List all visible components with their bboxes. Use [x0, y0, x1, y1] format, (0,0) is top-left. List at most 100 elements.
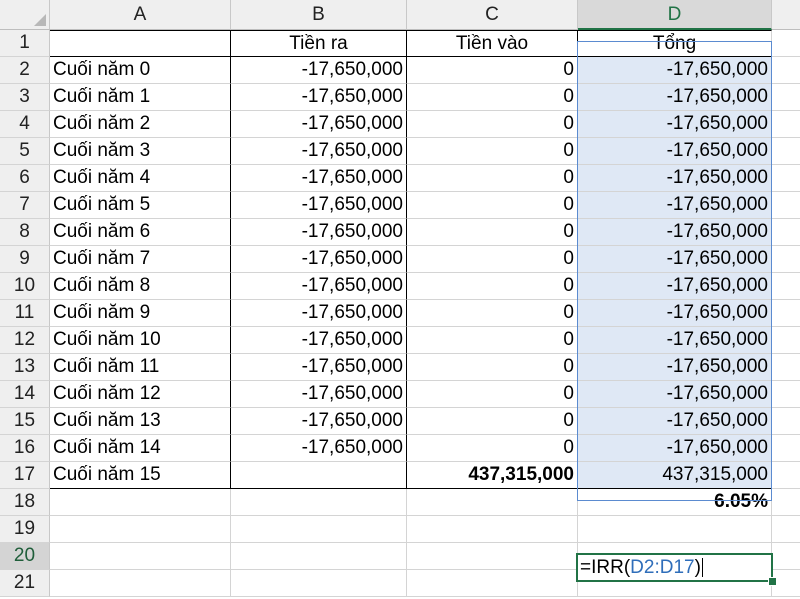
cell-c[interactable]: 0	[407, 246, 578, 273]
cell-a[interactable]	[50, 516, 231, 543]
cell-a[interactable]: Cuối năm 15	[50, 462, 231, 489]
cell-a[interactable]	[50, 30, 231, 57]
cell-b[interactable]: -17,650,000	[231, 246, 407, 273]
cell-c[interactable]: 0	[407, 435, 578, 462]
cell-b[interactable]: -17,650,000	[231, 84, 407, 111]
cell-e[interactable]	[772, 246, 800, 273]
cell-b[interactable]: Tiền ra	[231, 30, 407, 57]
row-header[interactable]: 21	[0, 570, 50, 597]
row-header[interactable]: 10	[0, 273, 50, 300]
row-header[interactable]: 12	[0, 327, 50, 354]
row-header[interactable]: 19	[0, 516, 50, 543]
row-header[interactable]: 2	[0, 57, 50, 84]
row-header[interactable]: 13	[0, 354, 50, 381]
cell-b[interactable]: -17,650,000	[231, 165, 407, 192]
cell-a[interactable]: Cuối năm 0	[50, 57, 231, 84]
cell-b[interactable]	[231, 543, 407, 570]
cell-d[interactable]: -17,650,000	[578, 57, 772, 84]
cell-d[interactable]: -17,650,000	[578, 138, 772, 165]
cell-c[interactable]: 0	[407, 138, 578, 165]
row-header[interactable]: 16	[0, 435, 50, 462]
cell-e[interactable]	[772, 462, 800, 489]
cell-b[interactable]: -17,650,000	[231, 111, 407, 138]
cell-e[interactable]	[772, 273, 800, 300]
cell-d[interactable]: -17,650,000	[578, 111, 772, 138]
cell-d[interactable]: 6.05%	[578, 489, 772, 516]
cell-d[interactable]: -17,650,000	[578, 84, 772, 111]
column-header-c[interactable]: C	[407, 0, 578, 30]
cell-b[interactable]: -17,650,000	[231, 273, 407, 300]
cell-d[interactable]: -17,650,000	[578, 300, 772, 327]
cell-c[interactable]: 0	[407, 381, 578, 408]
cell-a[interactable]	[50, 489, 231, 516]
cell-c[interactable]: 0	[407, 165, 578, 192]
cell-a[interactable]	[50, 543, 231, 570]
cell-b[interactable]: -17,650,000	[231, 327, 407, 354]
cell-e[interactable]	[772, 327, 800, 354]
cell-b[interactable]: -17,650,000	[231, 192, 407, 219]
cell-a[interactable]: Cuối năm 10	[50, 327, 231, 354]
cell-d[interactable]: -17,650,000	[578, 246, 772, 273]
cell-a[interactable]: Cuối năm 13	[50, 408, 231, 435]
row-header[interactable]: 9	[0, 246, 50, 273]
cell-e[interactable]	[772, 381, 800, 408]
row-header[interactable]: 1	[0, 30, 50, 57]
cell-b[interactable]	[231, 462, 407, 489]
cell-b[interactable]: -17,650,000	[231, 435, 407, 462]
cell-d[interactable]: -17,650,000	[578, 408, 772, 435]
cell-c[interactable]	[407, 570, 578, 597]
cell-e[interactable]	[772, 489, 800, 516]
cell-e[interactable]	[772, 84, 800, 111]
column-header-b[interactable]: B	[231, 0, 407, 30]
cell-c[interactable]: 0	[407, 84, 578, 111]
row-header[interactable]: 15	[0, 408, 50, 435]
cell-a[interactable]: Cuối năm 3	[50, 138, 231, 165]
row-header[interactable]: 3	[0, 84, 50, 111]
cell-e[interactable]	[772, 30, 800, 57]
cell-e[interactable]	[772, 111, 800, 138]
cell-a[interactable]: Cuối năm 2	[50, 111, 231, 138]
cell-d[interactable]: -17,650,000	[578, 192, 772, 219]
cell-d[interactable]: -17,650,000	[578, 165, 772, 192]
row-header[interactable]: 11	[0, 300, 50, 327]
row-header[interactable]: 5	[0, 138, 50, 165]
cell-e[interactable]	[772, 57, 800, 84]
cell-b[interactable]	[231, 570, 407, 597]
cell-b[interactable]: -17,650,000	[231, 219, 407, 246]
row-header[interactable]: 8	[0, 219, 50, 246]
cell-c[interactable]: 0	[407, 192, 578, 219]
cell-e[interactable]	[772, 543, 800, 570]
cell-a[interactable]: Cuối năm 1	[50, 84, 231, 111]
cell-e[interactable]	[772, 408, 800, 435]
row-header[interactable]: 17	[0, 462, 50, 489]
cell-d[interactable]: -17,650,000	[578, 219, 772, 246]
cell-a[interactable]: Cuối năm 8	[50, 273, 231, 300]
row-header[interactable]: 18	[0, 489, 50, 516]
cell-b[interactable]	[231, 516, 407, 543]
cell-c[interactable]	[407, 489, 578, 516]
cell-b[interactable]: -17,650,000	[231, 138, 407, 165]
spreadsheet-grid[interactable]: A B C D 1 Tiền ra Tiền vào Tổng 2 Cuối năm 0-…	[0, 0, 800, 599]
cell-c[interactable]: 0	[407, 273, 578, 300]
cell-c[interactable]: 0	[407, 354, 578, 381]
cell-c[interactable]: 0	[407, 327, 578, 354]
cell-a[interactable]: Cuối năm 5	[50, 192, 231, 219]
cell-c[interactable]: Tiền vào	[407, 30, 578, 57]
cell-c[interactable]: 437,315,000	[407, 462, 578, 489]
cell-b[interactable]: -17,650,000	[231, 300, 407, 327]
row-header[interactable]: 6	[0, 165, 50, 192]
cell-c[interactable]: 0	[407, 219, 578, 246]
cell-e[interactable]	[772, 300, 800, 327]
cell-d[interactable]: -17,650,000	[578, 273, 772, 300]
cell-d[interactable]: -17,650,000	[578, 435, 772, 462]
cell-c[interactable]: 0	[407, 408, 578, 435]
cell-c[interactable]	[407, 543, 578, 570]
row-header[interactable]: 4	[0, 111, 50, 138]
cell-a[interactable]: Cuối năm 4	[50, 165, 231, 192]
cell-c[interactable]: 0	[407, 111, 578, 138]
cell-d[interactable]: 437,315,000	[578, 462, 772, 489]
row-header[interactable]: 7	[0, 192, 50, 219]
cell-b[interactable]: -17,650,000	[231, 354, 407, 381]
row-header[interactable]: 20	[0, 543, 50, 570]
formula-edit-cell[interactable]: =IRR(D2:D17)	[576, 553, 773, 582]
